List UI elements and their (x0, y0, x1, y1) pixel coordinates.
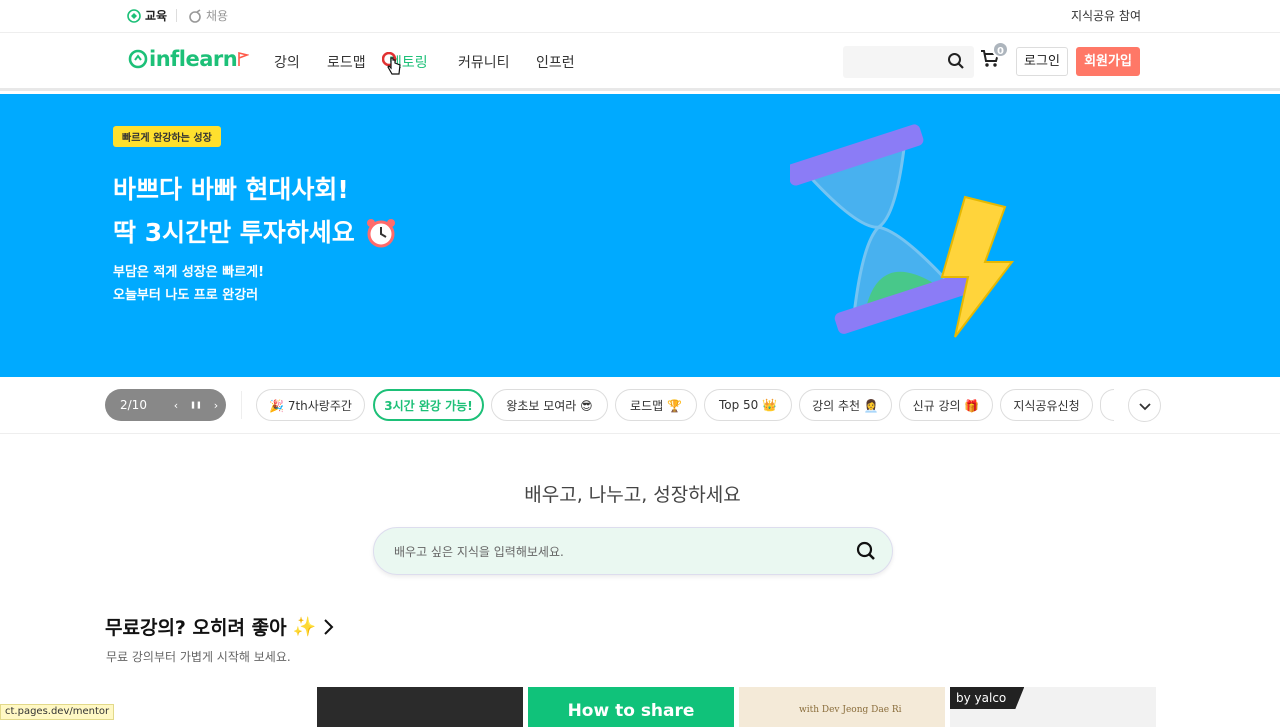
tab-jobs[interactable]: 채용 (188, 7, 228, 24)
chip-new-courses[interactable]: 신규 강의 🎁 (899, 389, 993, 421)
chevron-right-icon (324, 618, 334, 635)
next-icon[interactable]: › (206, 399, 226, 412)
logo-flag-icon (238, 51, 250, 66)
main-headline: 배우고, 나누고, 성장하세요 (524, 484, 741, 506)
hero-title-line2-wrap: 딱 3시간만 투자하세요 (113, 211, 397, 254)
divider (241, 391, 242, 419)
course-card-badge: by yalco (950, 687, 1025, 709)
share-knowledge-link[interactable]: 지식공유 참여 (1071, 7, 1141, 24)
search-icon[interactable] (856, 541, 876, 561)
header-search-input[interactable] (843, 46, 974, 78)
chip-roadmap[interactable]: 로드맵 🏆 (615, 389, 697, 421)
nav-community[interactable]: 커뮤니티 (458, 52, 510, 72)
hero-banner[interactable]: 빠르게 완강하는 성장 바쁘다 바빠 현대사회! 딱 3시간만 투자하세요 부담… (0, 94, 1280, 377)
course-card-title: with Dev Jeong Dae Ri (799, 705, 902, 715)
cart-count-badge: 0 (992, 41, 1009, 58)
hero-title-line1: 바쁘다 바빠 현대사회! (113, 175, 349, 204)
top-bar: 교육 채용 지식공유 참여 (0, 0, 1280, 33)
chevron-down-icon (1138, 402, 1151, 410)
divider (176, 9, 177, 22)
inflearn-logo[interactable]: inflearn (127, 47, 250, 71)
nav-inflearn[interactable]: 인프런 (536, 52, 575, 72)
section-free-title-text: 무료강의? 오히려 좋아 (105, 617, 287, 639)
tab-education[interactable]: 교육 (127, 7, 167, 24)
chip-beginners[interactable]: 왕초보 모여라 😎 (491, 389, 608, 421)
search-placeholder: 배우고 싶은 지식을 입력해보세요. (394, 545, 564, 559)
education-icon (127, 8, 141, 23)
hero-subtitle: 부담은 적게 성장은 빠르게! 오늘부터 나도 프로 완강러 (113, 261, 264, 307)
search-icon[interactable] (947, 52, 965, 70)
hero-sub-line1: 부담은 적게 성장은 빠르게! (113, 265, 265, 280)
chip-top50[interactable]: Top 50 👑 (704, 389, 792, 421)
hero-badge: 빠르게 완강하는 성장 (113, 126, 221, 147)
course-card[interactable]: by yalco (950, 687, 1156, 727)
nav-roadmap[interactable]: 로드맵 (327, 52, 366, 72)
chip-recommend[interactable]: 강의 추천 👩‍💼 (799, 389, 892, 421)
hero-sub-line2: 오늘부터 나도 프로 완강러 (113, 288, 259, 303)
signup-button[interactable]: 회원가입 (1076, 47, 1140, 76)
tab-education-label: 교육 (145, 9, 168, 23)
chip-love-week[interactable]: 🎉 7th사랑주간 (256, 389, 365, 421)
course-card[interactable] (317, 687, 523, 727)
nav-courses[interactable]: 강의 (274, 52, 300, 72)
alarm-clock-icon (366, 218, 395, 247)
status-bar-url: ct.pages.dev/mentor (0, 704, 115, 720)
hero-title: 바쁘다 바빠 현대사회! 딱 3시간만 투자하세요 (113, 168, 397, 254)
course-card[interactable]: How to share (528, 687, 734, 727)
category-chips-bar: 2/10 ‹ ❚❚ › 🎉 7th사랑주간 3시간 완강 가능! 왕초보 모여라… (0, 377, 1280, 434)
prev-icon[interactable]: ‹ (166, 399, 186, 412)
logo-mark-icon (128, 49, 148, 69)
chip-instructor-apply[interactable]: 지식공유신청 (1000, 389, 1093, 421)
chips-expand-button[interactable] (1128, 389, 1161, 422)
hero-title-line2: 딱 3시간만 투자하세요 (113, 218, 355, 247)
chip-3hour-complete[interactable]: 3시간 완강 가능! (373, 389, 484, 421)
chip-partial[interactable] (1100, 389, 1114, 421)
logo-text: inflearn (149, 47, 238, 71)
tab-jobs-label: 채용 (206, 9, 229, 23)
course-card[interactable]: with Dev Jeong Dae Ri (739, 687, 945, 727)
section-free-title[interactable]: 무료강의? 오히려 좋아 ✨ (105, 613, 334, 640)
pause-icon[interactable]: ❚❚ (186, 401, 206, 409)
hourglass-lightning-illustration (790, 124, 1015, 338)
carousel-pager: 2/10 ‹ ❚❚ › (105, 389, 226, 421)
main-navbar: inflearn 강의 로드맵 멘토링 커뮤니티 인프런 0 로그인 회원가입 (0, 33, 1280, 91)
hand-cursor-icon (382, 52, 401, 75)
course-card-title: How to share (567, 701, 695, 721)
sparkles-icon: ✨ (292, 616, 317, 638)
main-search-input[interactable]: 배우고 싶은 지식을 입력해보세요. (373, 527, 893, 575)
jobs-icon (189, 8, 201, 23)
login-button[interactable]: 로그인 (1016, 47, 1068, 76)
section-free-subtitle: 무료 강의부터 가볍게 시작해 보세요. (106, 650, 291, 664)
page-indicator: 2/10 (120, 398, 147, 412)
